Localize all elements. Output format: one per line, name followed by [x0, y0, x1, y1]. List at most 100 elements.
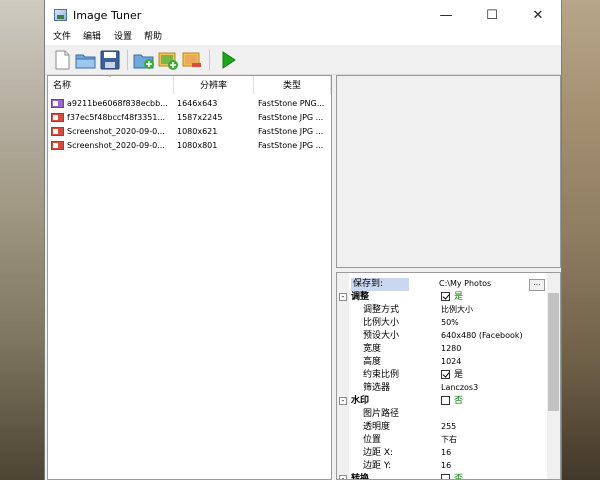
- property-label: 边距 X:: [363, 448, 394, 458]
- app-window: Image Tuner — ☐ ✕ 文件 编辑 设置 帮助 名称 ˆ 分辨率 类…: [44, 0, 562, 480]
- remove-image-button[interactable]: [181, 49, 203, 71]
- property-row[interactable]: 比例大小 50%: [337, 317, 545, 330]
- file-name: f37ec5f48bccf48f3351...: [67, 113, 166, 122]
- png-file-icon: [51, 99, 64, 108]
- category-convert[interactable]: - 转换 否: [337, 473, 545, 480]
- add-folder-button[interactable]: [133, 49, 155, 71]
- property-value[interactable]: 比例大小: [441, 304, 473, 317]
- convert-enabled-checkbox[interactable]: [441, 474, 450, 479]
- save-to-row[interactable]: 保存到: C:\My Photos ...: [337, 278, 545, 291]
- properties-scrollbar[interactable]: [547, 273, 560, 479]
- file-name: a9211be6068f838ecbb...: [67, 99, 168, 108]
- category-label: 调整: [351, 292, 370, 302]
- close-button[interactable]: ✕: [515, 0, 561, 31]
- add-folder-icon: [133, 54, 154, 69]
- property-label: 位置: [363, 435, 382, 445]
- file-resolution: 1587x2245: [177, 113, 223, 122]
- minimize-button[interactable]: —: [423, 0, 469, 31]
- property-label: 比例大小: [363, 318, 400, 328]
- add-images-icon: [158, 52, 178, 70]
- save-to-label: 保存到:: [351, 278, 410, 291]
- property-value[interactable]: 255: [441, 421, 456, 434]
- property-label: 调整方式: [363, 305, 400, 315]
- property-label: 筛选器: [363, 383, 391, 393]
- menu-edit[interactable]: 编辑: [82, 31, 102, 45]
- title-bar[interactable]: Image Tuner — ☐ ✕: [45, 0, 561, 31]
- save-button[interactable]: [99, 49, 121, 71]
- maximize-button[interactable]: ☐: [469, 0, 515, 31]
- desktop-background-right: [562, 0, 600, 480]
- file-name: Screenshot_2020-09-0...: [67, 127, 165, 136]
- table-row[interactable]: Screenshot_2020-09-0... 1080x801 FastSto…: [48, 139, 331, 152]
- property-row[interactable]: 边距 X: 16: [337, 447, 545, 460]
- close-icon: ✕: [532, 8, 544, 23]
- table-row[interactable]: Screenshot_2020-09-0... 1080x621 FastSto…: [48, 125, 331, 138]
- window-title: Image Tuner: [73, 9, 142, 22]
- property-row[interactable]: 图片路径: [337, 408, 545, 421]
- menu-help[interactable]: 帮助: [143, 31, 163, 45]
- category-label: 转换: [351, 474, 370, 480]
- watermark-enabled-label: 否: [454, 396, 464, 406]
- keep-ratio-checkbox[interactable]: [441, 370, 450, 379]
- collapse-icon[interactable]: -: [339, 293, 347, 301]
- watermark-enabled-checkbox[interactable]: [441, 396, 450, 405]
- property-value[interactable]: 16: [441, 460, 451, 473]
- run-button[interactable]: [217, 49, 239, 71]
- property-row[interactable]: 透明度 255: [337, 421, 545, 434]
- category-watermark[interactable]: - 水印 否: [337, 395, 545, 408]
- image-preview-pane: [336, 75, 561, 268]
- property-value[interactable]: 50%: [441, 317, 459, 330]
- collapse-icon[interactable]: -: [339, 397, 347, 405]
- sort-ascending-icon: ˆ: [108, 75, 112, 83]
- open-button[interactable]: [75, 49, 97, 71]
- property-row[interactable]: 调整方式 比例大小: [337, 304, 545, 317]
- table-row[interactable]: a9211be6068f838ecbb... 1646x643 FastSton…: [48, 97, 331, 110]
- menu-bar: 文件 编辑 设置 帮助: [45, 31, 561, 45]
- file-resolution: 1646x643: [177, 99, 218, 108]
- app-icon: [54, 9, 67, 21]
- property-row[interactable]: 位置 下右: [337, 434, 545, 447]
- property-row[interactable]: 边距 Y: 16: [337, 460, 545, 473]
- table-row[interactable]: f37ec5f48bccf48f3351... 1587x2245 FastSt…: [48, 111, 331, 124]
- property-label: 约束比例: [363, 370, 400, 380]
- desktop-background-left: [0, 0, 44, 480]
- property-row[interactable]: 预设大小 640x480 (Facebook): [337, 330, 545, 343]
- jpg-file-icon: [51, 141, 64, 150]
- property-row[interactable]: 宽度 1280: [337, 343, 545, 356]
- add-images-button[interactable]: [157, 49, 179, 71]
- toolbar-separator: [127, 50, 128, 70]
- property-value[interactable]: 1024: [441, 356, 461, 369]
- file-list[interactable]: 名称 ˆ 分辨率 类型 a9211be6068f838ecbb... 1646x…: [47, 75, 332, 480]
- collapse-icon[interactable]: -: [339, 475, 347, 479]
- new-button[interactable]: [51, 49, 73, 71]
- resize-enabled-label: 是: [454, 292, 464, 302]
- property-label: 边距 Y:: [363, 461, 392, 471]
- property-value[interactable]: Lanczos3: [441, 382, 478, 395]
- file-type: FastStone JPG ...: [258, 127, 324, 136]
- maximize-icon: ☐: [486, 8, 498, 23]
- property-row[interactable]: 约束比例 是: [337, 369, 545, 382]
- property-label: 预设大小: [363, 331, 400, 341]
- properties-panel[interactable]: 保存到: C:\My Photos ... - 调整 是 调整方式 比例大小 比例…: [336, 272, 561, 480]
- property-value[interactable]: 下右: [441, 434, 457, 447]
- column-header-type[interactable]: 类型: [254, 76, 331, 94]
- column-header-name[interactable]: 名称 ˆ: [48, 76, 174, 94]
- property-value[interactable]: 1280: [441, 343, 461, 356]
- property-row[interactable]: 高度 1024: [337, 356, 545, 369]
- file-resolution: 1080x801: [177, 141, 218, 150]
- minimize-icon: —: [439, 8, 453, 23]
- scrollbar-thumb[interactable]: [548, 293, 559, 411]
- menu-file[interactable]: 文件: [52, 31, 72, 45]
- file-type: FastStone JPG ...: [258, 141, 324, 150]
- property-label: 透明度: [363, 422, 391, 432]
- property-value[interactable]: 640x480 (Facebook): [441, 330, 523, 343]
- category-resize[interactable]: - 调整 是: [337, 291, 545, 304]
- file-name: Screenshot_2020-09-0...: [67, 141, 165, 150]
- column-header-resolution[interactable]: 分辨率: [174, 76, 254, 94]
- browse-button[interactable]: ...: [529, 279, 545, 291]
- menu-settings[interactable]: 设置: [113, 31, 133, 45]
- property-value[interactable]: 16: [441, 447, 451, 460]
- property-row[interactable]: 筛选器 Lanczos3: [337, 382, 545, 395]
- resize-enabled-checkbox[interactable]: [441, 292, 450, 301]
- toolbar: [45, 45, 561, 75]
